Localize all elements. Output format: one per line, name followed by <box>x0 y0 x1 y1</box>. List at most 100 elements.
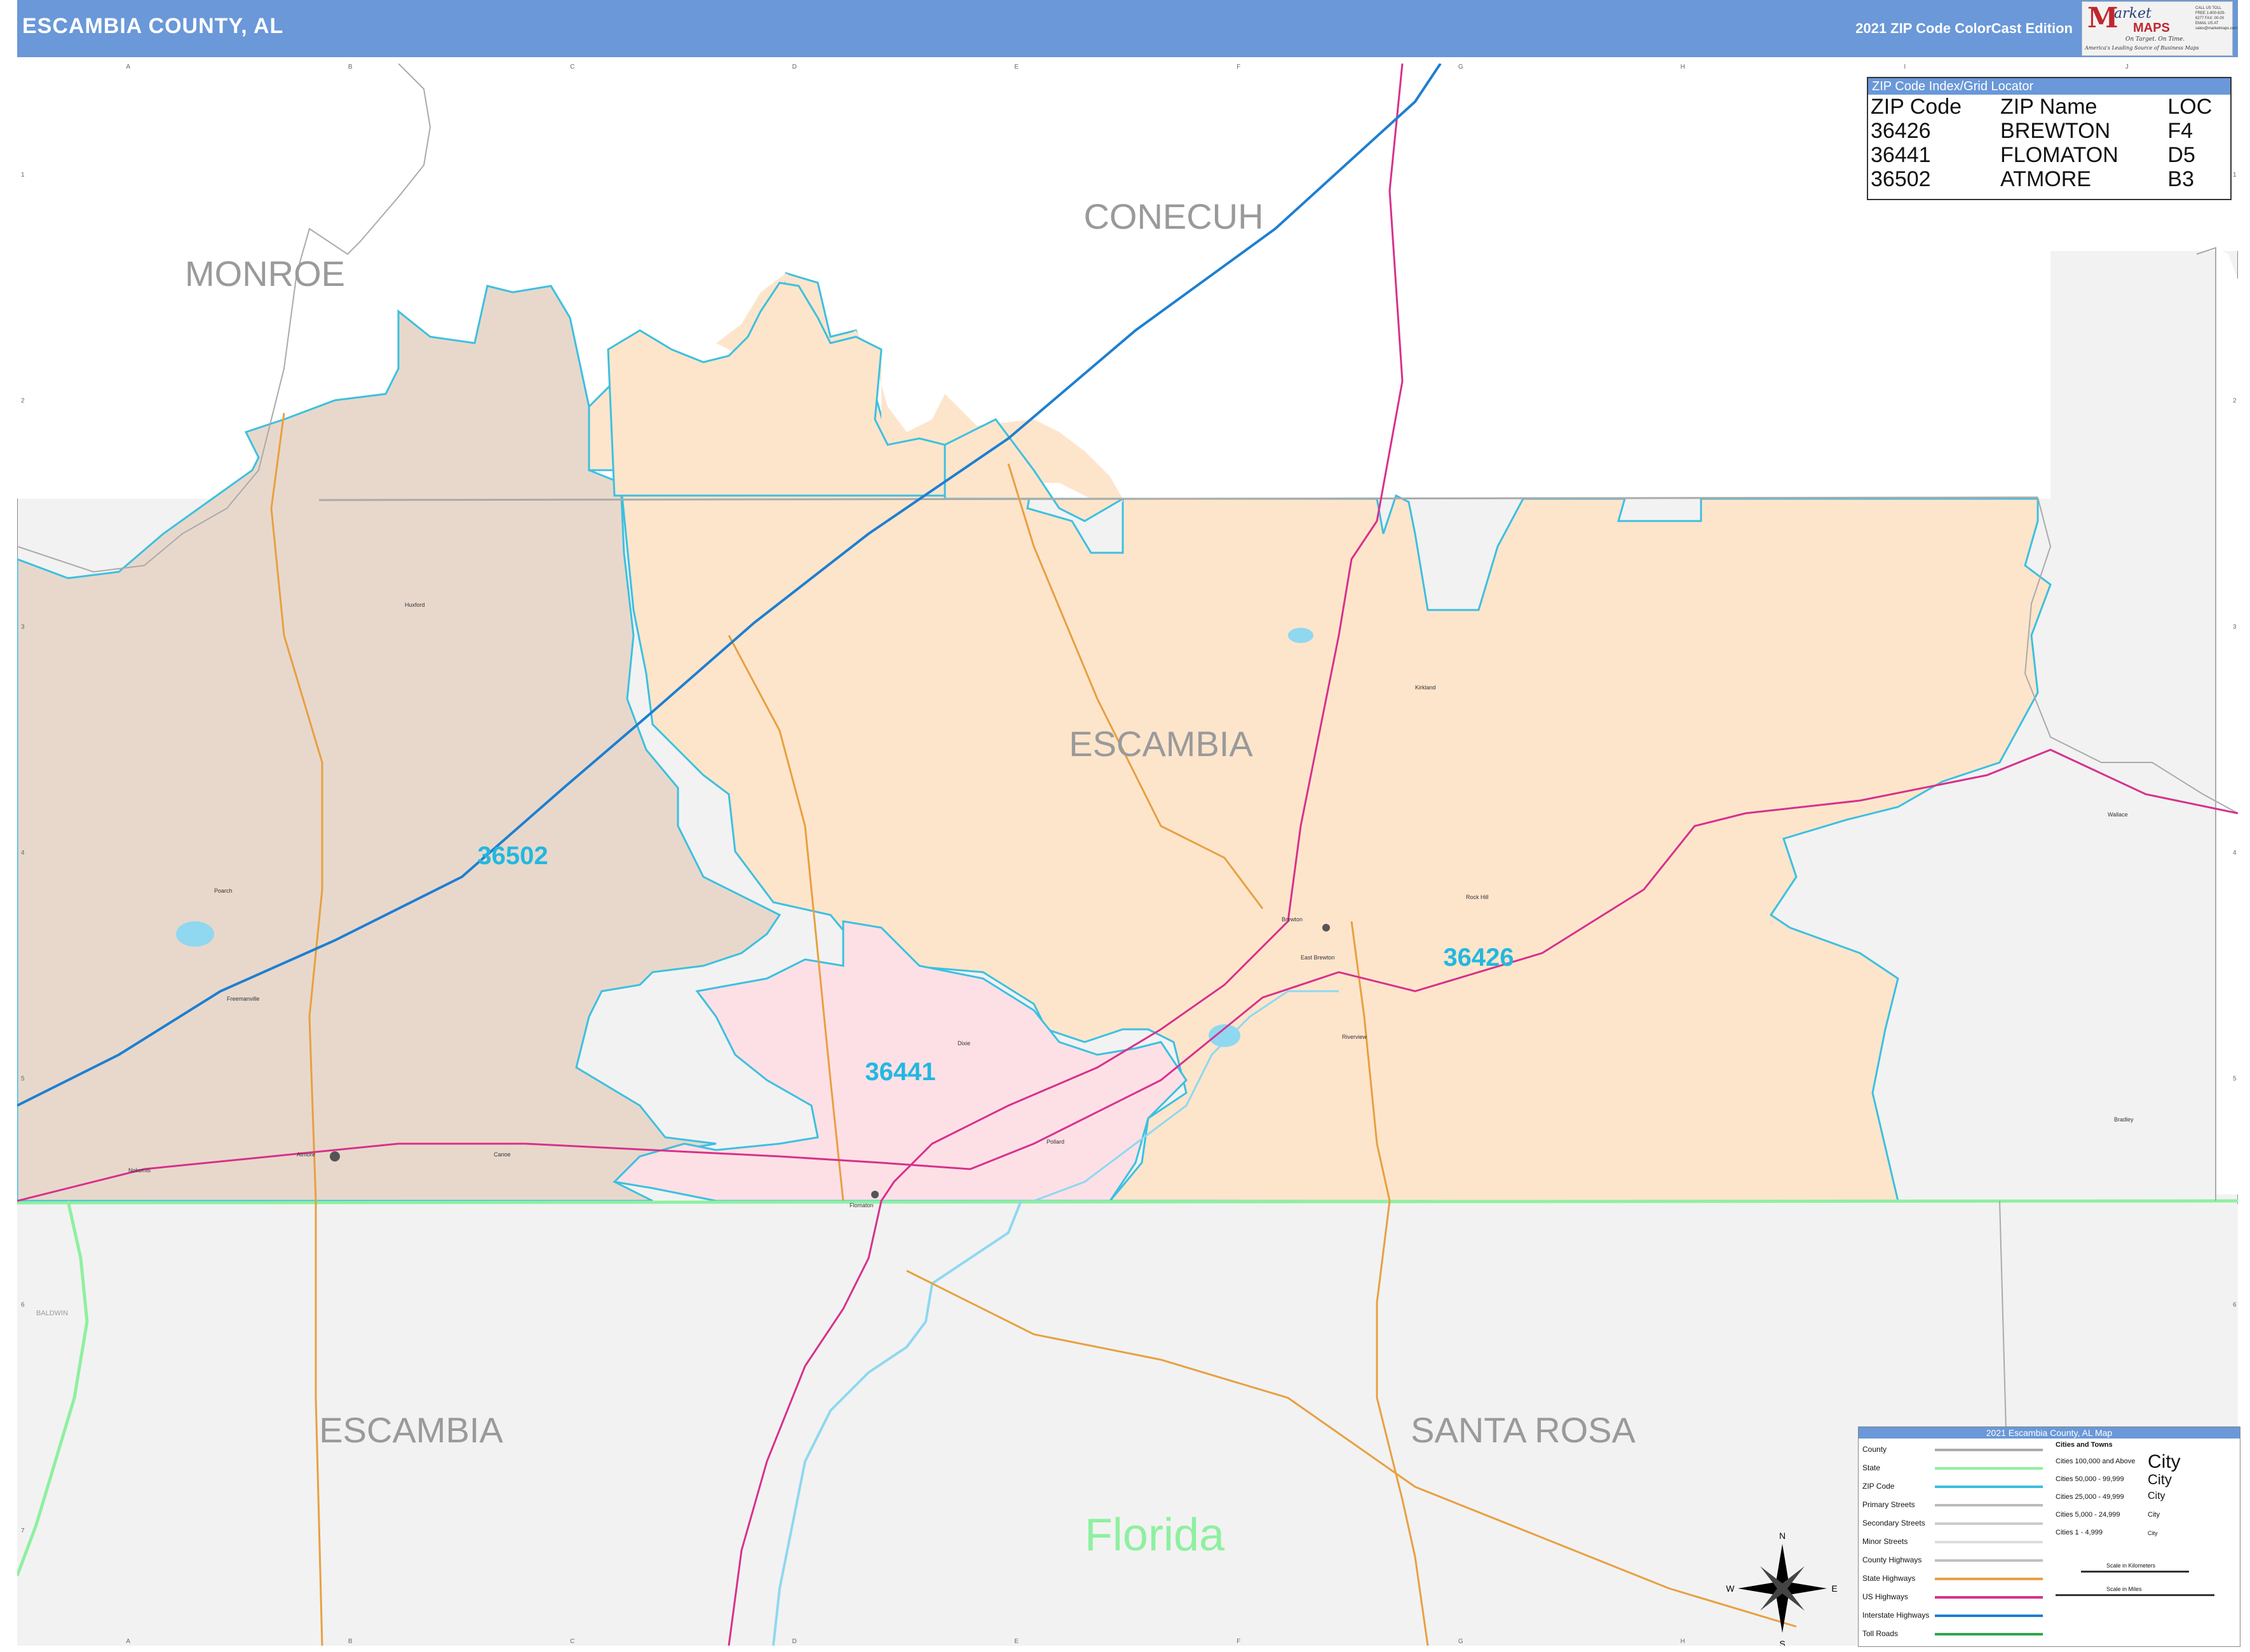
grid-row-label: 6 <box>2233 1301 2237 1308</box>
grid-column-label: H <box>1681 64 1685 71</box>
legend-city-class: Cities 5,000 - 24,999 <box>2056 1511 2120 1519</box>
place-label: East Brewton <box>1301 954 1335 961</box>
place-label: Pollard <box>1047 1139 1064 1145</box>
place-label: Atmore <box>297 1151 315 1158</box>
grid-column-label: C <box>570 1638 574 1645</box>
grid-column-label: D <box>792 64 797 71</box>
grid-row-label: 4 <box>2233 850 2237 856</box>
grid-column-label: A <box>126 64 130 71</box>
legend-city-class: Cities 100,000 and Above <box>2056 1458 2136 1465</box>
logo-m: M <box>2087 2 2118 34</box>
grid-column-label: A <box>126 1638 130 1645</box>
grid-row-label: 7 <box>21 1527 25 1534</box>
legend-city-class: Cities 50,000 - 99,999 <box>2056 1475 2124 1483</box>
scale-bar-mi <box>2056 1594 2214 1596</box>
grid-column-label: D <box>792 1638 797 1645</box>
zip-index-table: ZIP Code ZIP Name LOC 36426 BREWTON F4 3… <box>1868 95 2230 191</box>
place-label: Wallace <box>2108 811 2128 818</box>
grid-column-label: E <box>1014 64 1019 71</box>
legend-item-swatch <box>1935 1578 2043 1580</box>
map-header: ESCAMBIA COUNTY, AL 2021 ZIP Code ColorC… <box>17 0 2238 57</box>
zip-name-cell: ATMORE <box>2000 167 2091 191</box>
county-label-monroe: MONROE <box>185 254 345 294</box>
table-row: 36502 ATMORE B3 <box>1868 167 2230 191</box>
market-maps-logo[interactable]: M arket MAPS On Target. On Time. America… <box>2082 1 2238 56</box>
legend-cities-title: Cities and Towns <box>2056 1441 2113 1449</box>
place-label: Flomaton <box>850 1202 874 1209</box>
legend-item-label: Interstate Highways <box>1862 1611 1930 1620</box>
compass-n: N <box>1779 1531 1786 1541</box>
zip-index-col: ZIP Name <box>2000 95 2098 119</box>
logo-tagline: On Target. On Time. <box>2125 36 2185 43</box>
compass-e: E <box>1831 1583 1837 1594</box>
legend-scale-mi: Scale in Miles <box>2106 1586 2142 1592</box>
legend-city-class: Cities 25,000 - 49,999 <box>2056 1493 2124 1501</box>
legend-item-swatch <box>1935 1615 2043 1617</box>
place-label: Huxford <box>405 602 425 608</box>
zip-index-title: ZIP Code Index/Grid Locator <box>1868 78 2230 95</box>
table-row: 36441 FLOMATON D5 <box>1868 143 2230 167</box>
grid-column-label: E <box>1014 1638 1019 1645</box>
zip-cell: 36502 <box>1871 167 1931 191</box>
map-canvas[interactable]: MONROE CONECUH ESCAMBIA ESCAMBIA SANTA R… <box>15 62 2239 1649</box>
legend-item-label: State Highways <box>1862 1574 1916 1583</box>
lake-3 <box>176 921 214 947</box>
place-label: Kirkland <box>1415 684 1436 691</box>
compass-w: W <box>1726 1583 1735 1594</box>
legend-item-swatch <box>1935 1559 2043 1562</box>
grid-row-label: 6 <box>21 1301 25 1308</box>
legend-city-class: Cities 1 - 4,999 <box>2056 1529 2103 1536</box>
zip-label-36426: 36426 <box>1443 944 1514 972</box>
legend-item-swatch <box>1935 1467 2043 1470</box>
logo-contact: CALL US TOLL FREE 1-800-829-6277 FAX: 00… <box>2195 6 2238 30</box>
legend-item-swatch <box>1935 1596 2043 1599</box>
grid-row-label: 2 <box>2233 398 2237 405</box>
legend-city-sample: City <box>2148 1511 2160 1519</box>
legend-city-sample: City <box>2148 1451 2181 1472</box>
grid-column-label: B <box>348 64 353 71</box>
legend-item-swatch <box>1935 1633 2043 1635</box>
county-label-baldwin: BALDWIN <box>36 1310 68 1317</box>
lake-4 <box>1288 628 1313 643</box>
zip-label-36441: 36441 <box>865 1058 935 1086</box>
table-row: 36426 BREWTON F4 <box>1868 119 2230 143</box>
zip-name-cell: FLOMATON <box>2000 143 2118 167</box>
logo-maps: MAPS <box>2133 21 2170 35</box>
zip-cell: 36441 <box>1871 143 1931 167</box>
legend-item-label: US Highways <box>1862 1592 1909 1601</box>
legend-scale-km: Scale in Kilometers <box>2106 1562 2156 1569</box>
edition-label: 2021 ZIP Code ColorCast Edition <box>1855 20 2073 36</box>
grid-row-label: 4 <box>21 850 25 856</box>
place-label: Rock Hill <box>1466 894 1489 900</box>
legend-title: 2021 Escambia County, AL Map <box>1859 1427 2240 1439</box>
zip-index-header-row: ZIP Code ZIP Name LOC <box>1868 95 2230 119</box>
loc-cell: F4 <box>2167 119 2193 143</box>
legend-city-sample: City <box>2148 1530 2158 1536</box>
legend-item-swatch <box>1935 1522 2043 1525</box>
grid-row-label: 2 <box>21 398 25 405</box>
loc-cell: D5 <box>2167 143 2195 167</box>
compass-s: S <box>1779 1639 1785 1646</box>
legend-city-sample: City <box>2148 1491 2165 1501</box>
legend-city-sample: City <box>2148 1472 2172 1487</box>
map-frame[interactable]: MONROE CONECUH ESCAMBIA ESCAMBIA SANTA R… <box>15 62 2239 1649</box>
scale-bar-km <box>2081 1571 2189 1573</box>
legend-item-label: Secondary Streets <box>1862 1519 1925 1527</box>
grid-column-label: G <box>1458 1638 1463 1645</box>
place-label: Dixie <box>958 1040 970 1046</box>
grid-row-label: 5 <box>21 1076 25 1083</box>
legend-item-label: Minor Streets <box>1862 1537 1908 1546</box>
logo-subtagline: America's Leading Source of Business Map… <box>2085 45 2199 51</box>
legend-item-label: State <box>1862 1463 1881 1472</box>
grid-column-label: H <box>1681 1638 1685 1645</box>
legend-item-swatch <box>1935 1504 2043 1506</box>
zip-cell: 36426 <box>1871 119 1931 143</box>
map-title: ESCAMBIA COUNTY, AL <box>22 14 284 38</box>
legend-item-label: Toll Roads <box>1862 1629 1899 1638</box>
grid-column-label: F <box>1237 1638 1240 1645</box>
zip-index-col: ZIP Code <box>1871 95 1962 119</box>
legend-item-label: Primary Streets <box>1862 1500 1915 1509</box>
grid-row-label: 1 <box>21 172 25 179</box>
grid-row-label: 5 <box>2233 1076 2237 1083</box>
legend-item-swatch <box>1935 1486 2043 1488</box>
